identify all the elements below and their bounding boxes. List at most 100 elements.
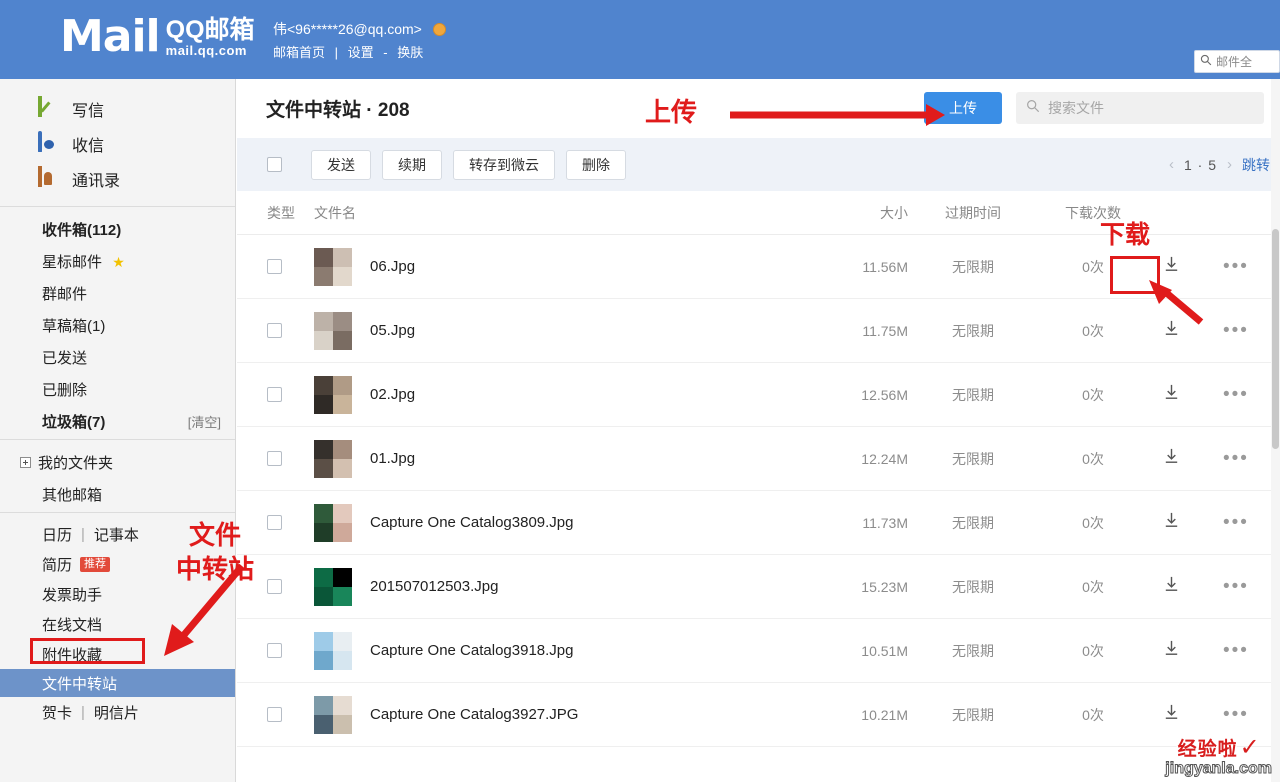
download-icon[interactable] — [1162, 447, 1181, 471]
table-row[interactable] — [237, 747, 1280, 751]
download-icon[interactable] — [1162, 383, 1181, 407]
tool-label-attachment-favorites: 附件收藏 — [42, 646, 103, 664]
header-links: 邮箱首页 | 设置 - 换肤 — [273, 43, 446, 63]
more-horizontal-icon[interactable]: ••• — [1223, 449, 1249, 468]
sidebar-folder-sent[interactable]: 已发送 — [0, 341, 235, 373]
file-name[interactable]: 06.Jpg — [370, 258, 812, 275]
more-horizontal-icon[interactable]: ••• — [1223, 385, 1249, 404]
save-to-weiyun-button[interactable]: 转存到微云 — [453, 149, 555, 180]
file-name[interactable]: 02.Jpg — [370, 386, 812, 403]
sidebar-item-file-transfer[interactable]: 文件中转站 — [0, 669, 235, 697]
qq-mail-logo[interactable]: Mail QQ邮箱 mail.qq.com — [60, 14, 255, 60]
file-name[interactable]: Capture One Catalog3809.Jpg — [370, 514, 812, 531]
sidebar-divider-2 — [0, 439, 235, 440]
link-mail-home[interactable]: 邮箱首页 — [273, 45, 325, 60]
table-row[interactable]: Capture One Catalog3809.Jpg 11.73M 无限期 0次 ••… — [237, 491, 1280, 555]
row-checkbox[interactable] — [267, 387, 282, 402]
sidebar-item-contacts[interactable]: 通讯录 — [0, 161, 235, 196]
send-button[interactable]: 发送 — [311, 149, 371, 180]
row-checkbox[interactable] — [267, 259, 282, 274]
download-icon[interactable] — [1162, 255, 1181, 279]
row-checkbox[interactable] — [267, 323, 282, 338]
row-checkbox[interactable] — [267, 643, 282, 658]
sidebar-item-compose[interactable]: 写信 — [0, 91, 235, 126]
sidebar-item-online-docs[interactable]: 在线文档 — [0, 609, 235, 639]
action-toolbar: 发送 续期 转存到微云 删除 ‹ 1 · 5 › 跳转 — [237, 138, 1280, 191]
file-name[interactable]: 01.Jpg — [370, 450, 812, 467]
prev-page-icon[interactable]: ‹ — [1169, 156, 1174, 173]
jump-page-link[interactable]: 跳转 — [1242, 155, 1270, 175]
tool-label-file-transfer: 文件中转站 — [42, 675, 118, 693]
download-icon[interactable] — [1162, 511, 1181, 535]
column-header-downloads: 下载次数 — [1065, 204, 1121, 221]
download-icon[interactable] — [1162, 319, 1181, 343]
column-header-type: 类型 — [267, 204, 295, 221]
header-search-box[interactable]: 邮件全 — [1194, 50, 1280, 73]
sidebar-folder-drafts[interactable]: 草稿箱(1) — [0, 309, 235, 341]
table-row[interactable]: 05.Jpg 11.75M 无限期 0次 ••• — [237, 299, 1280, 363]
link-settings[interactable]: 设置 — [348, 45, 374, 60]
row-checkbox[interactable] — [267, 579, 282, 594]
page-title: 文件中转站 · 208 — [266, 100, 410, 121]
delete-button[interactable]: 删除 — [566, 149, 626, 180]
upload-button[interactable]: 上传 — [924, 92, 1002, 124]
table-row[interactable]: Capture One Catalog3918.Jpg 10.51M 无限期 0次 ••… — [237, 619, 1280, 683]
folder-label: 垃圾箱(7) — [42, 413, 106, 431]
file-size: 15.23M — [861, 578, 908, 595]
sidebar-folder-inbox[interactable]: 收件箱(112) — [0, 213, 235, 245]
sidebar-my-folders[interactable]: 我的文件夹 — [0, 446, 235, 478]
sidebar-folder-spam[interactable]: 垃圾箱(7) [清空] — [0, 405, 235, 437]
link-skin[interactable]: 换肤 — [397, 45, 423, 60]
file-search-box[interactable]: 搜索文件 — [1016, 92, 1264, 124]
file-download-count: 0次 — [1082, 578, 1104, 595]
table-row[interactable]: 01.Jpg 12.24M 无限期 0次 ••• — [237, 427, 1280, 491]
file-name[interactable]: 05.Jpg — [370, 322, 812, 339]
file-search-placeholder: 搜索文件 — [1048, 100, 1104, 116]
expand-plus-icon[interactable] — [20, 456, 31, 468]
folder-label: 已删除 — [42, 381, 88, 399]
row-checkbox-cell — [267, 579, 314, 594]
sidebar-folder-starred[interactable]: 星标邮件 ★ — [0, 245, 235, 277]
table-row[interactable]: 201507012503.Jpg 15.23M 无限期 0次 ••• — [237, 555, 1280, 619]
sidebar-item-invoice[interactable]: 发票助手 — [0, 579, 235, 609]
download-icon[interactable] — [1162, 639, 1181, 663]
scrollbar-track[interactable] — [1271, 79, 1280, 782]
renew-button[interactable]: 续期 — [382, 149, 442, 180]
page-indicator: 1 · 5 — [1183, 156, 1217, 173]
more-horizontal-icon[interactable]: ••• — [1223, 257, 1249, 276]
my-folders-label: 我的文件夹 — [38, 454, 114, 472]
clear-spam-link[interactable]: [清空] — [188, 412, 221, 431]
table-row[interactable]: Capture One Catalog3927.JPG 10.21M 无限期 0次 ••… — [237, 683, 1280, 747]
sidebar-folder-group-mail[interactable]: 群邮件 — [0, 277, 235, 309]
more-horizontal-icon[interactable]: ••• — [1223, 577, 1249, 596]
file-name[interactable]: Capture One Catalog3927.JPG — [370, 706, 812, 723]
sidebar-item-calendar-notes[interactable]: 日历 | 记事本 — [0, 519, 235, 549]
sidebar-item-cards[interactable]: 贺卡 | 明信片 — [0, 697, 235, 727]
table-row[interactable]: 02.Jpg 12.56M 无限期 0次 ••• — [237, 363, 1280, 427]
sidebar-item-attachment-favorites[interactable]: 附件收藏 — [0, 639, 235, 669]
next-page-icon[interactable]: › — [1227, 156, 1232, 173]
more-horizontal-icon[interactable]: ••• — [1223, 321, 1249, 340]
scrollbar-thumb[interactable] — [1272, 229, 1279, 449]
select-all-checkbox[interactable] — [267, 157, 282, 172]
file-name[interactable]: 201507012503.Jpg — [370, 578, 812, 595]
row-checkbox[interactable] — [267, 707, 282, 722]
file-name[interactable]: Capture One Catalog3918.Jpg — [370, 642, 812, 659]
sidebar-item-resume[interactable]: 简历 推荐 — [0, 549, 235, 579]
row-checkbox-cell — [267, 387, 314, 402]
download-icon[interactable] — [1162, 575, 1181, 599]
download-icon[interactable] — [1162, 703, 1181, 727]
main-content: 文件中转站 · 208 上传 搜索文件 发送 续期 转存到微云 删除 ‹ 1 ·… — [237, 79, 1280, 782]
row-checkbox[interactable] — [267, 451, 282, 466]
file-size: 11.56M — [862, 258, 908, 275]
row-checkbox[interactable] — [267, 515, 282, 530]
more-horizontal-icon[interactable]: ••• — [1223, 513, 1249, 532]
row-actions: ••• — [1148, 703, 1280, 727]
folder-label: 已发送 — [42, 349, 88, 367]
sidebar-item-receive[interactable]: 收信 — [0, 126, 235, 161]
more-horizontal-icon[interactable]: ••• — [1223, 705, 1249, 724]
table-row[interactable]: 06.Jpg 11.56M 无限期 0次 ••• — [237, 235, 1280, 299]
more-horizontal-icon[interactable]: ••• — [1223, 641, 1249, 660]
sidebar-folder-deleted[interactable]: 已删除 — [0, 373, 235, 405]
sidebar-other-mailboxes[interactable]: 其他邮箱 — [0, 478, 235, 510]
